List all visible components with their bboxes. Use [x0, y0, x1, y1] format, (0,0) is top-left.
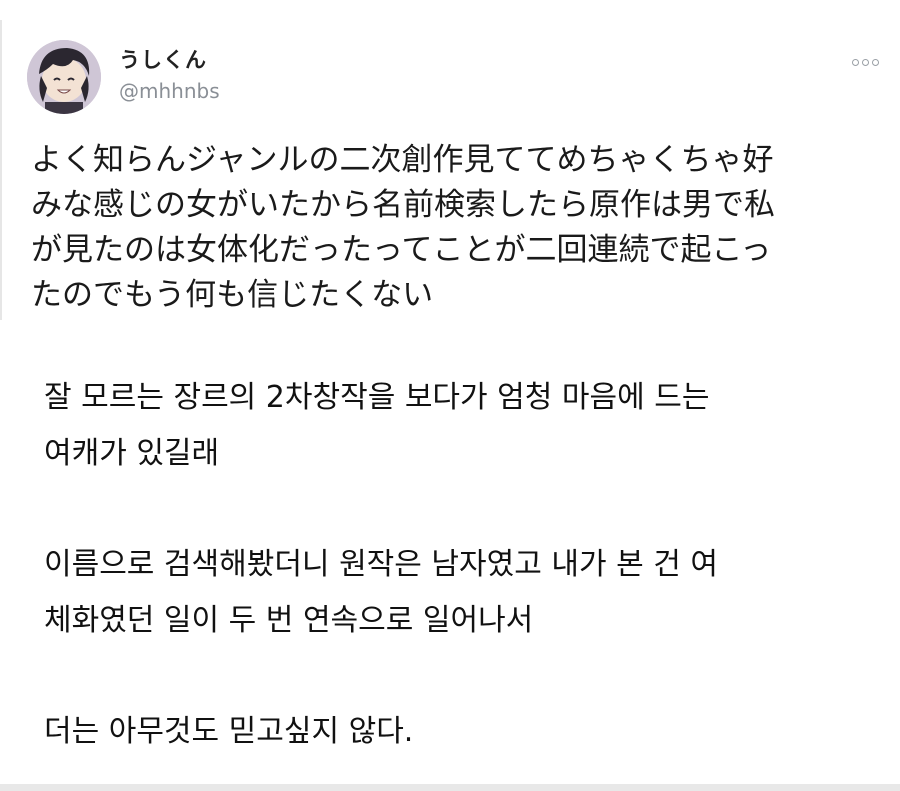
- tweet-edge-line: [0, 20, 2, 320]
- korean-translation: 잘 모르는 장르의 2차창작을 보다가 엄청 마음에 드는 여캐가 있길래 이름…: [44, 370, 874, 760]
- tweet-card: うしくん @mhhnbs よく知らんジャンルの二次創作見ててめちゃくちゃ好 みな…: [0, 0, 900, 330]
- translation-line: 여캐가 있길래: [44, 436, 220, 471]
- translation-line: 더는 아무것도 믿고싶지 않다.: [44, 714, 414, 749]
- tweet-body-text: よく知らんジャンルの二次創作見ててめちゃくちゃ好 みな感じの女がいたから名前検索…: [31, 138, 881, 318]
- more-dot: [862, 58, 869, 66]
- avatar-image: [27, 40, 101, 114]
- translation-paragraph: 이름으로 검색해봤더니 원작은 남자였고 내가 본 건 여 체화였던 일이 두 …: [44, 537, 874, 649]
- translation-paragraph: 잘 모르는 장르의 2차창작을 보다가 엄청 마음에 드는 여캐가 있길래: [44, 370, 874, 482]
- more-options-icon[interactable]: [852, 55, 888, 69]
- display-name[interactable]: うしくん: [119, 44, 207, 74]
- translation-line: 이름으로 검색해봤더니 원작은 남자였고 내가 본 건 여: [44, 547, 718, 582]
- user-handle[interactable]: @mhhnbs: [119, 79, 220, 103]
- tweet-text-line: みな感じの女がいたから名前検索したら原作は男で私: [31, 187, 775, 223]
- translation-line: 체화였던 일이 두 번 연속으로 일어나서: [44, 603, 534, 638]
- avatar[interactable]: [27, 40, 101, 114]
- tweet-text-line: が見たのは女体化だったってことが二回連続で起こっ: [31, 232, 772, 268]
- translation-line: 잘 모르는 장르의 2차창작을 보다가 엄청 마음에 드는: [44, 380, 710, 415]
- translation-paragraph: 더는 아무것도 믿고싶지 않다.: [44, 704, 874, 760]
- bottom-divider: [0, 784, 900, 791]
- more-dot: [872, 58, 879, 66]
- more-dot: [852, 58, 859, 66]
- tweet-text-line: よく知らんジャンルの二次創作見ててめちゃくちゃ好: [31, 142, 774, 178]
- tweet-text-line: たのでもう何も信じたくない: [31, 277, 434, 313]
